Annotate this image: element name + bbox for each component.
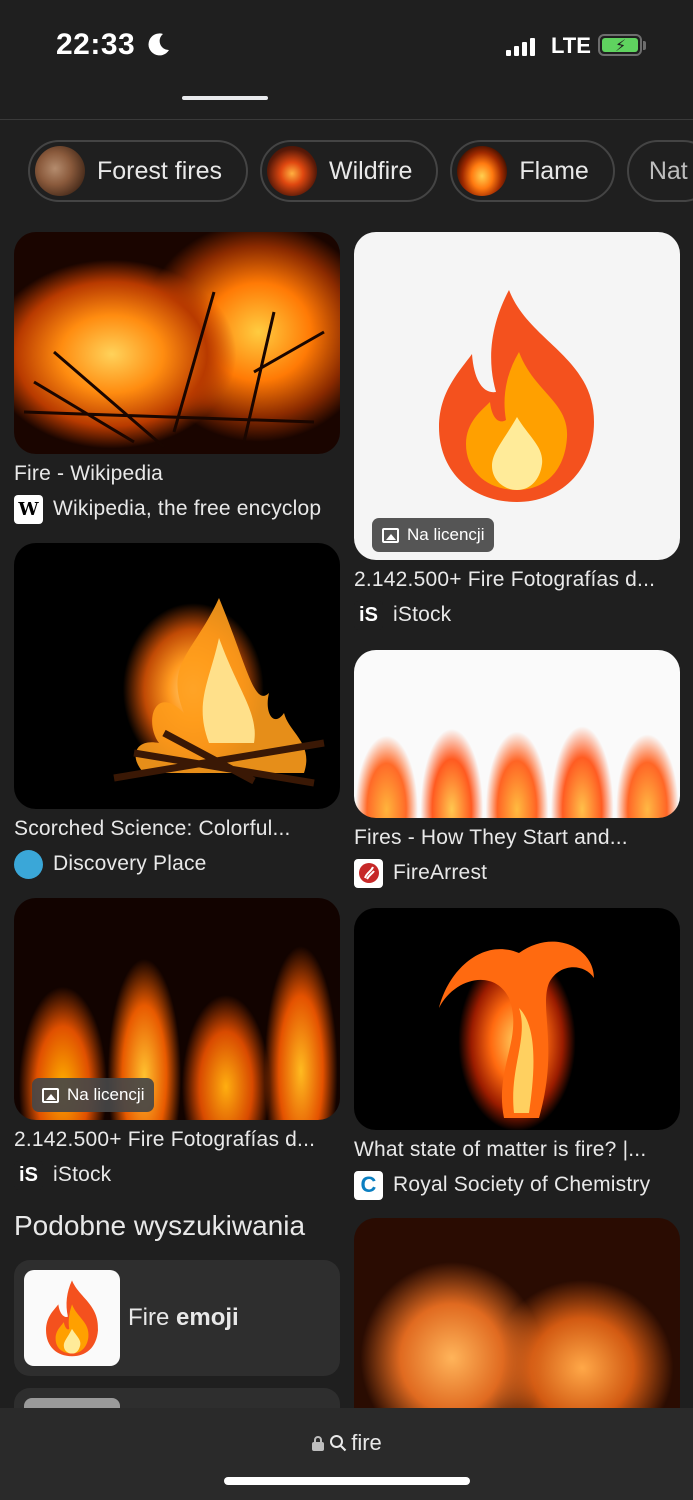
source-name: Wikipedia, the free encyclop (53, 497, 322, 520)
license-badge: Na licencji (372, 518, 495, 552)
chip-label: Nat (648, 156, 688, 185)
url-display[interactable]: fire (0, 1430, 693, 1456)
wikipedia-icon: W (14, 494, 43, 524)
chip-flame[interactable]: Flame (450, 140, 615, 202)
related-search-fire-emoji[interactable]: Fire emoji (14, 1260, 340, 1376)
source-name: Royal Society of Chemistry (393, 1173, 651, 1196)
result-card[interactable]: Fire - Wikipedia W Wikipedia, the free e… (14, 232, 340, 524)
result-title[interactable]: 2.142.500+ Fire Fotografías d... (354, 568, 680, 592)
lock-icon (312, 1436, 325, 1451)
result-card[interactable] (354, 1218, 680, 1418)
istock-icon: iS (354, 600, 383, 630)
wildfire-thumbnail (267, 146, 318, 196)
result-card[interactable]: What state of matter is fire? |... C Roy… (354, 908, 680, 1200)
flames-photo[interactable]: Na licencji (14, 898, 340, 1120)
fire-emoji-thumbnail (24, 1270, 120, 1366)
related-chips: Forest fires Wildfire Flame Nat (28, 140, 693, 204)
result-source[interactable]: iS iStock (14, 1160, 340, 1190)
result-title[interactable]: What state of matter is fire? |... (354, 1138, 680, 1162)
discovery-place-icon (14, 849, 43, 879)
result-title[interactable]: Fires - How They Start and... (354, 826, 680, 850)
result-source[interactable]: W Wikipedia, the free encyclop (14, 494, 340, 524)
result-source[interactable]: iS iStock (354, 600, 680, 630)
license-badge: Na licencji (32, 1078, 155, 1112)
warm-flames-photo[interactable] (354, 1218, 680, 1418)
battery-charging-icon: ⚡ (598, 34, 642, 56)
result-source[interactable]: FireArrest (354, 858, 680, 888)
source-name: iStock (53, 1163, 112, 1186)
result-title[interactable]: Scorched Science: Colorful... (14, 817, 340, 841)
battery-tip (643, 41, 646, 50)
fire-illustration-icon (439, 290, 594, 502)
image-icon (42, 1087, 59, 1103)
chip-wildfire[interactable]: Wildfire (260, 140, 439, 202)
related-searches-title: Podobne wyszukiwania (14, 1210, 306, 1241)
forest-fire-photo[interactable] (14, 232, 340, 454)
result-source[interactable]: Discovery Place (14, 849, 340, 879)
chip-partial[interactable]: Nat (626, 140, 693, 202)
flame-thumbnail (457, 146, 508, 196)
chip-label: Forest fires (97, 156, 223, 185)
result-title[interactable]: 2.142.500+ Fire Fotografías d... (14, 1128, 340, 1152)
result-card[interactable]: Na licencji 2.142.500+ Fire Fotografías … (14, 898, 340, 1190)
result-source[interactable]: C Royal Society of Chemistry (354, 1170, 680, 1200)
home-indicator[interactable] (224, 1477, 470, 1485)
source-name: Discovery Place (53, 852, 207, 875)
rsc-icon: C (354, 1170, 383, 1200)
twisting-flame-drawing (439, 941, 594, 1118)
result-card[interactable]: Na licencji 2.142.500+ Fire Fotografías … (354, 232, 680, 630)
url-text: fire (351, 1430, 382, 1455)
firearrest-icon (354, 858, 383, 888)
search-icon (330, 1435, 347, 1452)
result-card[interactable]: Scorched Science: Colorful... Discovery … (14, 543, 340, 879)
forest-fire-thumbnail (35, 146, 85, 196)
chip-label: Flame (519, 156, 589, 185)
flames-on-white[interactable] (354, 650, 680, 818)
moon-icon (148, 33, 169, 56)
result-title[interactable]: Fire - Wikipedia (14, 462, 340, 486)
status-time: 22:33 (56, 28, 136, 61)
related-search-text: Fire emoji (128, 1304, 239, 1331)
badge-text: Na licencji (67, 1085, 145, 1104)
istock-icon: iS (14, 1160, 43, 1190)
source-name: FireArrest (393, 861, 488, 884)
branches-overlay (23, 291, 325, 449)
fire-emoji-illustration[interactable]: Na licencji (354, 232, 680, 560)
chip-label: Wildfire (329, 156, 413, 185)
partial-thumbnail (24, 1398, 120, 1408)
bottom-address-bar[interactable]: fire (0, 1408, 693, 1500)
tab-strip (0, 70, 693, 120)
chip-forest-fires[interactable]: Forest fires (28, 140, 249, 202)
bonfire-drawing (113, 598, 325, 787)
related-search-partial[interactable] (14, 1388, 340, 1408)
result-card[interactable]: Fires - How They Start and... FireArrest (354, 650, 680, 888)
twisting-flame-photo[interactable] (354, 908, 680, 1130)
image-icon (382, 527, 399, 543)
badge-text: Na licencji (407, 525, 485, 544)
source-name: iStock (393, 603, 452, 626)
bonfire-photo[interactable] (14, 543, 340, 809)
fire-icon (46, 1280, 99, 1357)
network-type: LTE (551, 33, 591, 58)
signal-icon (506, 38, 535, 56)
active-tab-indicator (182, 96, 268, 100)
